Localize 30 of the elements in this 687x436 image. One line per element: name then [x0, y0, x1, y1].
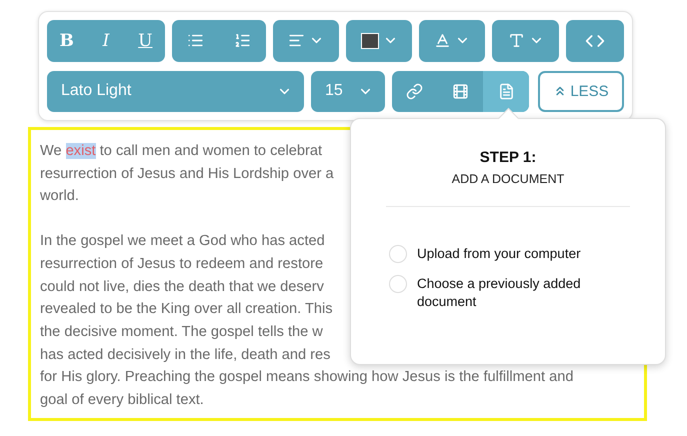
option-label[interactable]: Choose a previously added document — [417, 275, 622, 311]
text-line: has acted decisively in the life, death and res — [40, 346, 330, 365]
text-line: the decisive moment. The gospel tells the w — [40, 322, 323, 342]
document-button[interactable] — [483, 70, 529, 112]
option-label[interactable]: Upload from your computer — [417, 245, 622, 263]
size-select[interactable]: 15 — [311, 70, 385, 112]
document-icon — [498, 82, 515, 100]
text-size-icon — [434, 32, 451, 50]
text-line: revealed to be the King over all creation. This — [40, 300, 333, 320]
text-line: world. — [40, 187, 79, 206]
numbered-list-icon — [234, 32, 251, 50]
film-icon — [452, 82, 469, 100]
bold-button[interactable]: B — [47, 20, 86, 62]
text-line: for His glory. Preaching the gospel means showing how Jesus is the fulfillment and — [40, 368, 574, 388]
text-line: In the gospel we meet a God who has acted — [40, 232, 325, 252]
popup-title: STEP 1: — [480, 149, 536, 166]
radio-button[interactable] — [389, 275, 407, 293]
text-line: resurrection of Jesus to redeem and restore — [40, 254, 324, 274]
italic-button[interactable]: I — [86, 20, 126, 62]
popup-subtitle: ADD A DOCUMENT — [452, 172, 564, 186]
less-button[interactable]: LESS — [538, 70, 624, 112]
radio-button[interactable] — [389, 245, 407, 263]
color-swatch-icon — [360, 32, 378, 49]
text-line: We exist to call men and women to celebrat — [40, 142, 322, 161]
text-line: goal of every biblical text. — [40, 391, 204, 410]
link-icon — [406, 82, 424, 100]
text-line: resurrection of Jesus and His Lordship over a — [40, 164, 334, 184]
underline-button[interactable]: U — [126, 20, 165, 62]
font-select[interactable]: Lato Light — [47, 70, 304, 112]
text-line: could not live, dies the death that we deserv — [40, 278, 324, 297]
